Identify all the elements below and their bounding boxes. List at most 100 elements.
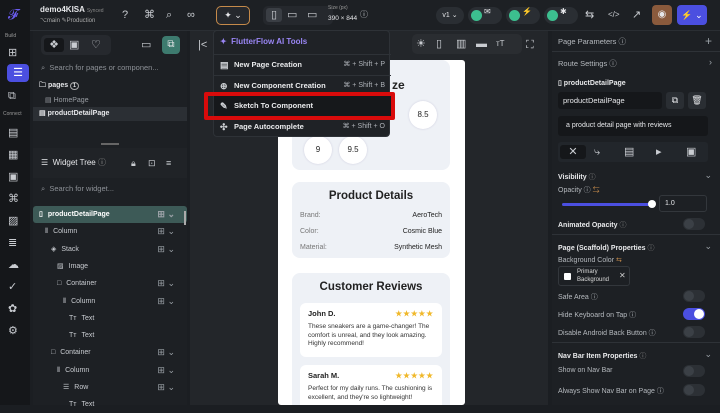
actions-icon[interactable]: ≣	[8, 236, 17, 250]
tree-item-text[interactable]: Tт Text	[33, 310, 187, 327]
wrap-widget-icon[interactable]: ⊞ ⌄	[157, 275, 175, 292]
animation-tab-icon[interactable]: ▸	[656, 145, 662, 159]
tree-item-column[interactable]: ⦀ Column ⊞ ⌄	[33, 293, 187, 310]
wrap-widget-icon[interactable]: ⊞ ⌄	[157, 344, 175, 361]
run-button[interactable]: ⚡ ⌄	[677, 5, 707, 25]
page-name-input[interactable]: productDetailPage	[558, 92, 662, 109]
slider-thumb[interactable]	[648, 200, 656, 208]
tree-view-icon[interactable]: ⛶	[526, 38, 534, 52]
size-option[interactable]: 9.5	[339, 136, 367, 164]
visibility-section[interactable]: Visibility ⓘ	[558, 172, 596, 182]
settings-icon[interactable]: ⚙	[8, 324, 18, 338]
layout-icon[interactable]: ▦	[8, 148, 18, 162]
size-value[interactable]: 390 × 844	[328, 15, 357, 22]
lock-icon[interactable]: 🔒︎	[131, 156, 136, 170]
safe-area-toggle[interactable]	[683, 290, 705, 302]
resize-handle[interactable]	[101, 143, 119, 145]
tree-item-row[interactable]: ☰ Row ⊞ ⌄	[33, 379, 187, 396]
always-nav-toggle[interactable]	[683, 384, 705, 396]
hide-keyboard-toggle[interactable]	[683, 308, 705, 320]
expand-icon[interactable]: ⊡	[148, 156, 156, 170]
wrap-widget-icon[interactable]: ⊞ ⌄	[157, 223, 175, 240]
collapse-panel-icon[interactable]: |<	[198, 38, 207, 52]
show-nav-toggle[interactable]	[683, 365, 705, 377]
open-external-icon[interactable]: ↗	[632, 8, 641, 22]
text-scale-icon[interactable]: тT	[496, 37, 505, 51]
page-description-input[interactable]: a product detail page with reviews	[558, 116, 708, 136]
branch-icon[interactable]: ⇆	[585, 8, 594, 22]
clear-icon[interactable]: ✕	[619, 271, 626, 280]
disable-back-toggle[interactable]	[683, 326, 705, 338]
size-option[interactable]: 9	[304, 136, 332, 164]
wrap-widget-icon[interactable]: ⊞ ⌄	[157, 379, 175, 396]
scaffold-section[interactable]: Page (Scaffold) Properties ⓘ	[558, 243, 654, 253]
preview-eye-button[interactable]: ◉	[652, 5, 672, 25]
phone-device-icon[interactable]: ▯	[266, 8, 282, 22]
light-mode-icon[interactable]: ☀	[416, 37, 426, 51]
page-parameters[interactable]: Page Parameters ⓘ	[558, 36, 626, 47]
add-widget-icon[interactable]: ⊞	[8, 46, 17, 60]
version-select[interactable]: v1 ⌄	[436, 7, 464, 24]
branch-info[interactable]: ⌥main ✎Production	[40, 17, 95, 24]
backend-query-tab-icon[interactable]: ▤	[624, 145, 634, 159]
keyboard-icon[interactable]: ▬	[476, 37, 487, 51]
integrations-icon[interactable]: ⌘	[8, 192, 19, 206]
animated-opacity-toggle[interactable]	[683, 218, 705, 230]
page-item-homepage[interactable]: ▤ HomePage	[45, 96, 89, 104]
copy-icon[interactable]: ⧉	[666, 92, 684, 109]
media-icon[interactable]: ▨	[8, 214, 18, 228]
pages-folder[interactable]: 🗀 pages 1	[39, 81, 79, 92]
check-status-chat[interactable]: ✉	[468, 7, 502, 24]
command-icon[interactable]: ⌘	[144, 8, 155, 22]
bg-color-chip[interactable]: Primary Background ✕	[558, 266, 630, 286]
menu-item-page-autocomplete[interactable]: ✣ Page Autocomplete ⌘ + Shift + O	[214, 117, 391, 137]
opacity-input[interactable]: 1.0	[659, 195, 707, 212]
theme-icon[interactable]: ✿	[8, 302, 17, 316]
testing-icon[interactable]: ✓	[8, 280, 17, 294]
chevron-down-icon[interactable]: ⌄	[704, 170, 712, 181]
tree-item-productdetailpage[interactable]: ▯ productDetailPage ⊞ ⌄	[33, 206, 187, 223]
wrap-widget-icon[interactable]: ⊞ ⌄	[157, 206, 175, 223]
new-folder-icon[interactable]: ▭	[141, 38, 151, 52]
ai-tools-button[interactable]: ✦ ⌄	[216, 6, 250, 25]
chevron-down-icon[interactable]: ⌄	[704, 349, 712, 360]
tree-item-container[interactable]: □ Container ⊞ ⌄	[33, 275, 187, 292]
cloud-icon[interactable]: ☁	[8, 258, 19, 272]
wrap-widget-icon[interactable]: ⊞ ⌄	[157, 362, 175, 379]
filter-icon[interactable]: ≡	[166, 156, 171, 170]
project-name[interactable]: demo4KISA Synced	[40, 5, 104, 14]
tree-item-column[interactable]: ⦀ Column ⊞ ⌄	[33, 223, 187, 240]
size-option[interactable]: 8.5	[409, 101, 437, 129]
wrap-widget-icon[interactable]: ⊞ ⌄	[157, 241, 175, 258]
responsive-icon[interactable]: ▥	[456, 37, 466, 51]
tree-item-text[interactable]: Tт Text	[33, 327, 187, 344]
library-tab-icon[interactable]: ♡	[91, 38, 101, 52]
check-status-debug[interactable]: ✱	[544, 7, 578, 24]
search-pages-input[interactable]: ⌕ Search for pages or componen...	[41, 63, 159, 73]
link-icon[interactable]: ∞	[187, 8, 195, 22]
actions-tab-icon[interactable]: ⤷	[594, 145, 600, 159]
widget-tree-icon[interactable]: ☰	[7, 64, 29, 82]
check-status-build[interactable]: ⚡	[506, 7, 540, 24]
components-icon[interactable]: ⧉	[8, 89, 16, 103]
api-icon[interactable]: ▣	[8, 170, 18, 184]
properties-tab-icon[interactable]: ✕	[560, 145, 586, 159]
pages-tab-icon[interactable]: ❖	[44, 38, 64, 52]
add-page-button[interactable]: ⧉	[162, 36, 180, 54]
menu-item-new-page[interactable]: ▤ New Page Creation ⌘ + Shift + P	[214, 54, 391, 74]
wrap-widget-icon[interactable]: ⊞ ⌄	[157, 293, 175, 310]
search-icon[interactable]: ⌕	[166, 8, 172, 22]
help-icon[interactable]: ?	[122, 8, 128, 22]
search-widget-input[interactable]: ⌕ Search for widget...	[41, 184, 114, 194]
database-icon[interactable]: ▤	[8, 126, 18, 140]
tree-item-column[interactable]: ⦀ Column ⊞ ⌄	[33, 362, 187, 379]
delete-icon[interactable]: 🗑︎	[688, 92, 706, 109]
code-tab-icon[interactable]: ▣	[686, 145, 696, 159]
page-item-productdetailpage[interactable]: ▤ productDetailPage	[33, 107, 187, 121]
chevron-right-icon[interactable]: ›	[709, 57, 712, 67]
tree-item-container[interactable]: □ Container ⊞ ⌄	[33, 344, 187, 361]
desktop-device-icon[interactable]: ▭	[307, 8, 317, 22]
phone-frame-icon[interactable]: ▯	[436, 37, 442, 51]
tablet-device-icon[interactable]: ▭	[287, 8, 297, 22]
add-parameter-icon[interactable]: +	[705, 34, 712, 48]
